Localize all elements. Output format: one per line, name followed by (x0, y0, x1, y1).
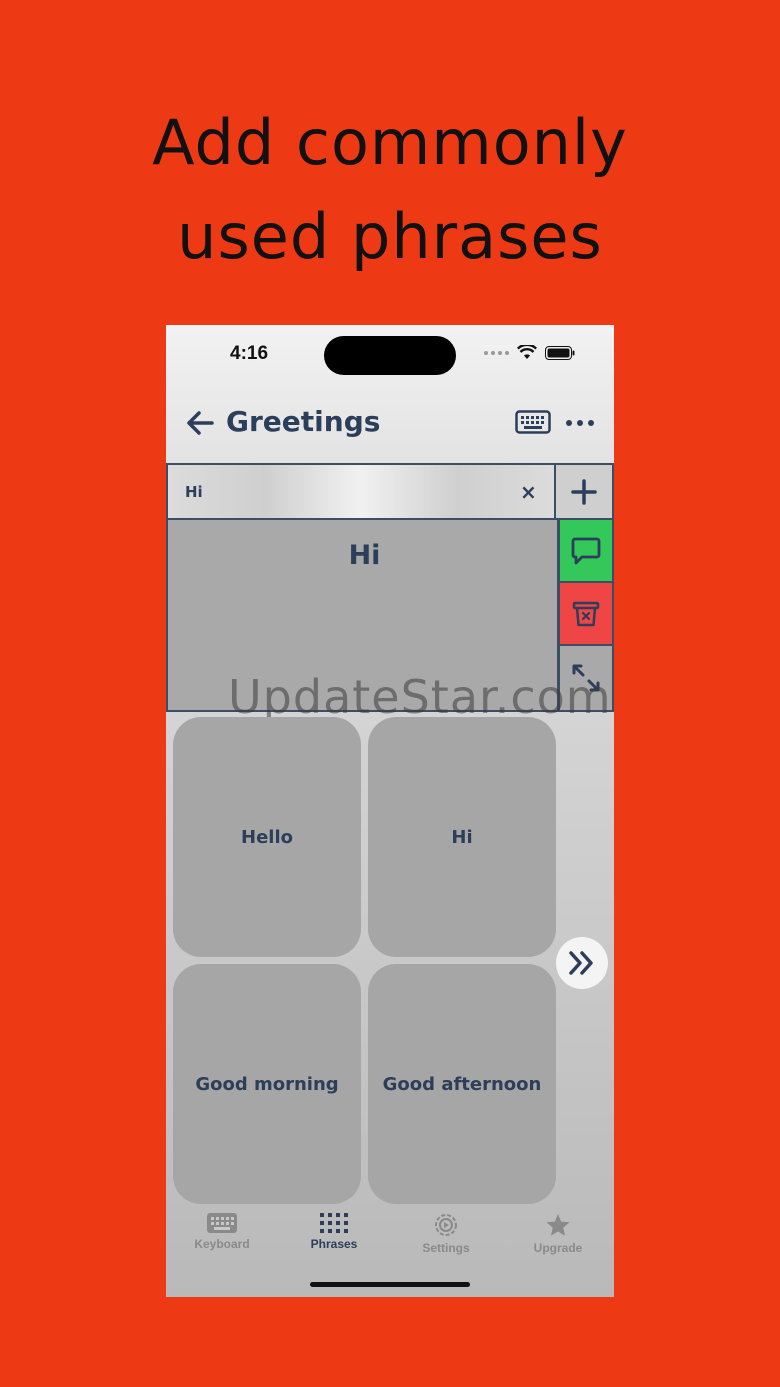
double-chevron-right-icon (569, 951, 593, 975)
add-phrase-button[interactable] (554, 463, 614, 520)
tab-label: Upgrade (533, 1241, 583, 1255)
signal-icon (484, 350, 509, 355)
tab-label: Keyboard (194, 1237, 250, 1251)
speech-bubble-icon (571, 537, 601, 564)
promo-headline: Add commonly used phrases (0, 96, 780, 284)
status-icons (484, 345, 575, 360)
tab-upgrade[interactable]: Upgrade (502, 1213, 614, 1273)
keyboard-icon[interactable] (515, 410, 551, 434)
status-time: 4:16 (230, 343, 269, 364)
star-icon (546, 1214, 570, 1236)
trash-icon (572, 601, 600, 626)
tab-label: Phrases (310, 1237, 358, 1251)
home-indicator[interactable] (310, 1282, 470, 1287)
dynamic-island (324, 336, 456, 375)
battery-icon (545, 345, 575, 360)
tab-bar: Keyboard Phrases Settings Upgrade (166, 1213, 614, 1273)
tab-settings[interactable]: Settings (390, 1213, 502, 1273)
next-page-button[interactable] (556, 937, 608, 989)
phrase-text-field[interactable]: Hi × (166, 463, 556, 520)
preview-text: Hi (348, 540, 381, 571)
phone-screen: 4:16 Greetings Hi × Hi UpdateStar.com He… (166, 325, 614, 1297)
settings-icon (435, 1214, 457, 1236)
promo-line-1: Add commonly (152, 106, 628, 179)
back-arrow-icon[interactable] (184, 407, 216, 439)
phrase-tile-hi[interactable]: Hi (368, 717, 556, 957)
clear-icon[interactable]: × (520, 482, 537, 502)
keyboard-icon (207, 1213, 237, 1233)
phrase-tile-hello[interactable]: Hello (173, 717, 361, 957)
page-title: Greetings (226, 405, 381, 438)
speak-button[interactable] (558, 520, 614, 583)
phrase-tile-good-afternoon[interactable]: Good afternoon (368, 964, 556, 1204)
tab-phrases[interactable]: Phrases (278, 1213, 390, 1273)
watermark: UpdateStar.com (228, 670, 612, 724)
tab-keyboard[interactable]: Keyboard (166, 1213, 278, 1273)
wifi-icon (517, 345, 537, 359)
plus-icon (571, 478, 597, 505)
phrase-text-value: Hi (185, 483, 203, 501)
phrase-tile-good-morning[interactable]: Good morning (173, 964, 361, 1204)
tab-label: Settings (422, 1241, 470, 1255)
promo-line-2: used phrases (177, 200, 603, 273)
more-options-icon[interactable] (566, 411, 594, 426)
grid-icon (320, 1213, 348, 1233)
delete-button[interactable] (558, 583, 614, 646)
